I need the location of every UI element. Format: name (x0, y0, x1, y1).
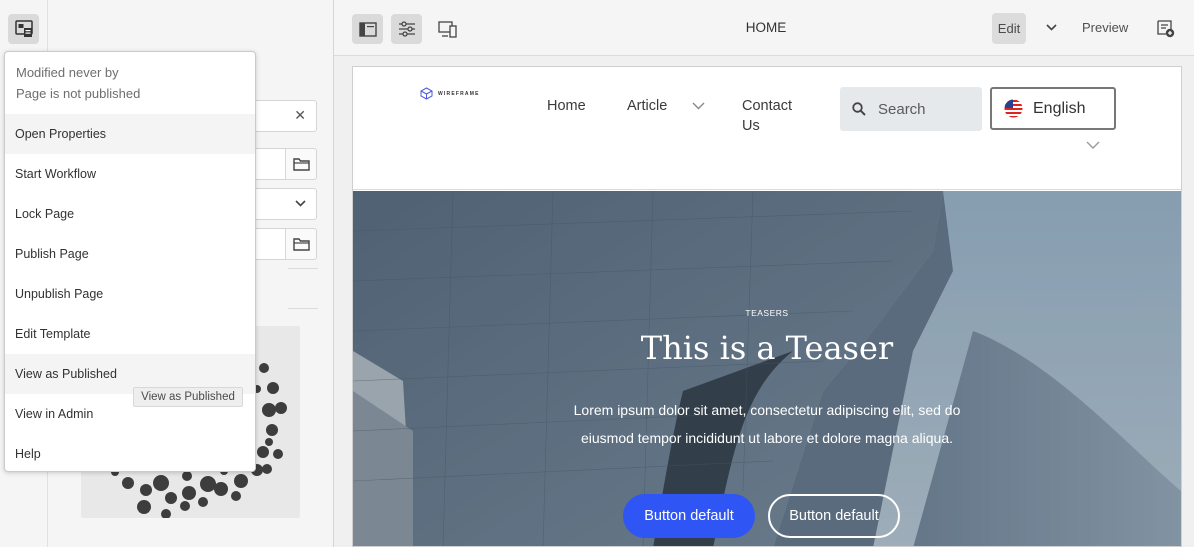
side-panel-field[interactable]: ✕ (248, 100, 317, 132)
divider (288, 308, 318, 309)
menu-item-publish-page[interactable]: Publish Page (5, 234, 255, 274)
page-properties-button[interactable] (391, 14, 422, 44)
sliders-icon (398, 21, 415, 37)
page-status: Modified never by Page is not published (16, 62, 140, 104)
clear-icon[interactable]: ✕ (294, 107, 306, 124)
tooltip: View as Published (133, 387, 243, 407)
menu-item-open-properties[interactable]: Open Properties (5, 114, 255, 154)
menu-item-lock-page[interactable]: Lock Page (5, 194, 255, 234)
nav-contact-line2: Us (742, 118, 760, 134)
publish-status: Page is not published (16, 86, 141, 101)
chevron-down-icon[interactable] (692, 102, 705, 110)
editor-toolbar: HOME Edit Preview (334, 0, 1194, 56)
browse-button[interactable] (285, 148, 317, 180)
page-information-popover: Modified never by Page is not published … (4, 51, 256, 472)
menu-item-label: Edit Template (15, 327, 91, 341)
menu-item-label: View in Admin (15, 407, 94, 421)
menu-item-unpublish-page[interactable]: Unpublish Page (5, 274, 255, 314)
divider (288, 268, 318, 269)
us-flag-icon (1004, 99, 1023, 118)
side-panel-icon (358, 21, 377, 37)
menu-item-label: Publish Page (15, 247, 89, 261)
menu-item-label: View as Published (15, 367, 117, 381)
menu-item-label: Open Properties (15, 127, 107, 141)
menu-item-label: Lock Page (15, 207, 75, 221)
folder-icon (292, 238, 310, 251)
page-title: HOME (745, 20, 787, 35)
search-icon (852, 102, 866, 116)
nav-article[interactable]: Article (627, 96, 667, 116)
site-logo[interactable]: WIREFRAME (420, 87, 480, 100)
browse-button[interactable] (285, 228, 317, 260)
chevron-down-icon (295, 200, 306, 207)
site-header: WIREFRAME Home Article Contact Us Search (353, 67, 1181, 190)
folder-icon (292, 158, 310, 171)
secondary-button[interactable]: Button default (768, 494, 900, 538)
page-info-button[interactable] (8, 14, 39, 44)
hero-teaser: TEASERS This is a Teaser Lorem ipsum dol… (353, 191, 1181, 546)
search-placeholder: Search (878, 100, 926, 118)
language-label: English (1033, 99, 1086, 117)
teaser-description: Lorem ipsum dolor sit amet, consectetur … (573, 402, 961, 446)
annotate-button[interactable] (1155, 18, 1177, 40)
menu-item-label: Unpublish Page (15, 287, 104, 301)
page-canvas: WIREFRAME Home Article Contact Us Search (352, 66, 1182, 547)
emulator-button[interactable] (432, 14, 463, 44)
teaser-pretitle: TEASERS (745, 308, 789, 318)
menu-item-edit-template[interactable]: Edit Template (5, 314, 255, 354)
nav-contact-line1: Contact (742, 98, 792, 114)
site-search[interactable]: Search (840, 87, 982, 131)
annotate-icon (1157, 20, 1175, 38)
menu-item-label: Help (15, 447, 41, 461)
menu-item-help[interactable]: Help (5, 434, 255, 474)
mode-selector[interactable] (1041, 18, 1061, 38)
hero-background-image (353, 191, 1181, 546)
cube-logo-icon (420, 87, 433, 100)
chevron-down-icon[interactable] (1086, 141, 1100, 150)
devices-icon (437, 20, 457, 38)
logo-text: WIREFRAME (438, 90, 480, 97)
toggle-side-panel-button[interactable] (352, 14, 383, 44)
page-info-icon (14, 20, 33, 37)
nav-contact-us[interactable]: Contact Us (742, 96, 792, 136)
menu-item-label: Start Workflow (15, 167, 97, 181)
nav-home[interactable]: Home (547, 96, 586, 116)
teaser-title: This is a Teaser (640, 329, 894, 367)
modified-status: Modified never by (16, 65, 119, 80)
edit-mode-button[interactable]: Edit (992, 13, 1026, 44)
language-selector[interactable]: English (990, 87, 1116, 130)
preview-button[interactable]: Preview (1082, 20, 1128, 35)
side-panel-select[interactable] (248, 188, 317, 220)
primary-button[interactable]: Button default (623, 494, 755, 538)
menu-item-start-workflow[interactable]: Start Workflow (5, 154, 255, 194)
chevron-down-icon (1045, 24, 1057, 31)
